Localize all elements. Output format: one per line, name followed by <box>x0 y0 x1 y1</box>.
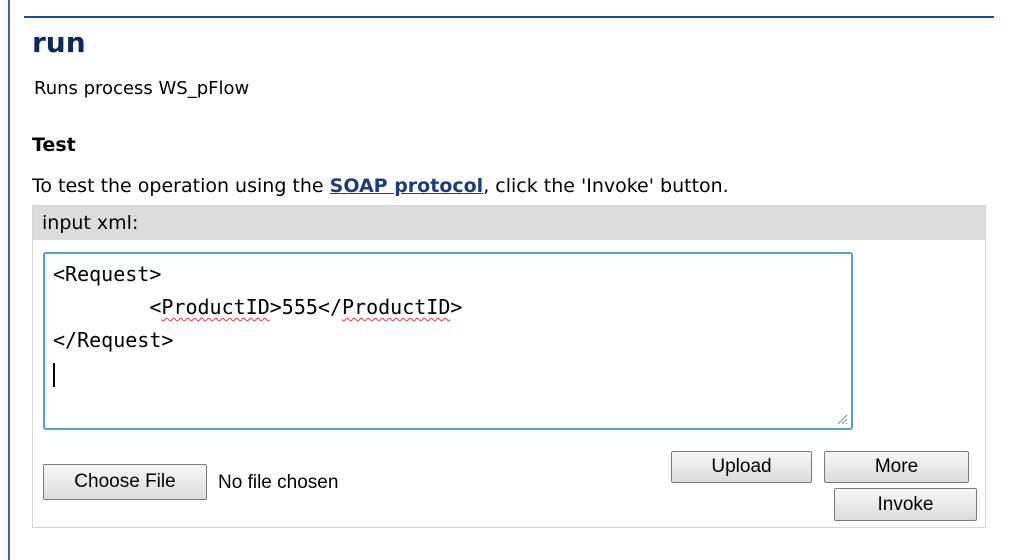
instruction-prefix: To test the operation using the <box>32 175 330 197</box>
left-border <box>8 0 10 560</box>
invoke-button[interactable]: Invoke <box>834 488 977 521</box>
operation-description: Runs process WS_pFlow <box>34 78 250 99</box>
xml-tag-productid-close: ProductID <box>342 295 451 319</box>
test-heading: Test <box>32 134 76 156</box>
upload-button[interactable]: Upload <box>671 451 812 483</box>
soap-protocol-link[interactable]: SOAP protocol <box>330 175 484 197</box>
text-caret <box>53 362 55 387</box>
test-instruction: To test the operation using the SOAP pro… <box>32 175 729 197</box>
xml-input-textarea[interactable]: <Request> <ProductID>555</ProductID> </R… <box>43 252 853 430</box>
xml-close-bracket: > <box>450 295 463 319</box>
xml-tag-productid-open: ProductID <box>161 295 270 319</box>
operation-title: run <box>32 26 86 59</box>
no-file-chosen-label: No file chosen <box>218 472 339 493</box>
choose-file-button[interactable]: Choose File <box>43 464 207 500</box>
input-xml-label: input xml: <box>33 206 985 240</box>
xml-indent <box>53 295 149 319</box>
more-button[interactable]: More <box>824 451 969 483</box>
xml-line-1: <Request> <box>53 262 162 286</box>
input-panel: input xml: <Request> <ProductID>555</Pro… <box>32 205 986 528</box>
xml-line-3: </Request> <box>53 328 174 352</box>
instruction-suffix: , click the 'Invoke' button. <box>483 175 729 197</box>
xml-value: >555</ <box>269 295 342 319</box>
resize-grip-icon[interactable] <box>836 413 848 425</box>
xml-line-2: <ProductID>555</ProductID> <box>53 295 462 319</box>
xml-open-bracket: < <box>149 295 162 319</box>
section-divider <box>24 16 994 18</box>
